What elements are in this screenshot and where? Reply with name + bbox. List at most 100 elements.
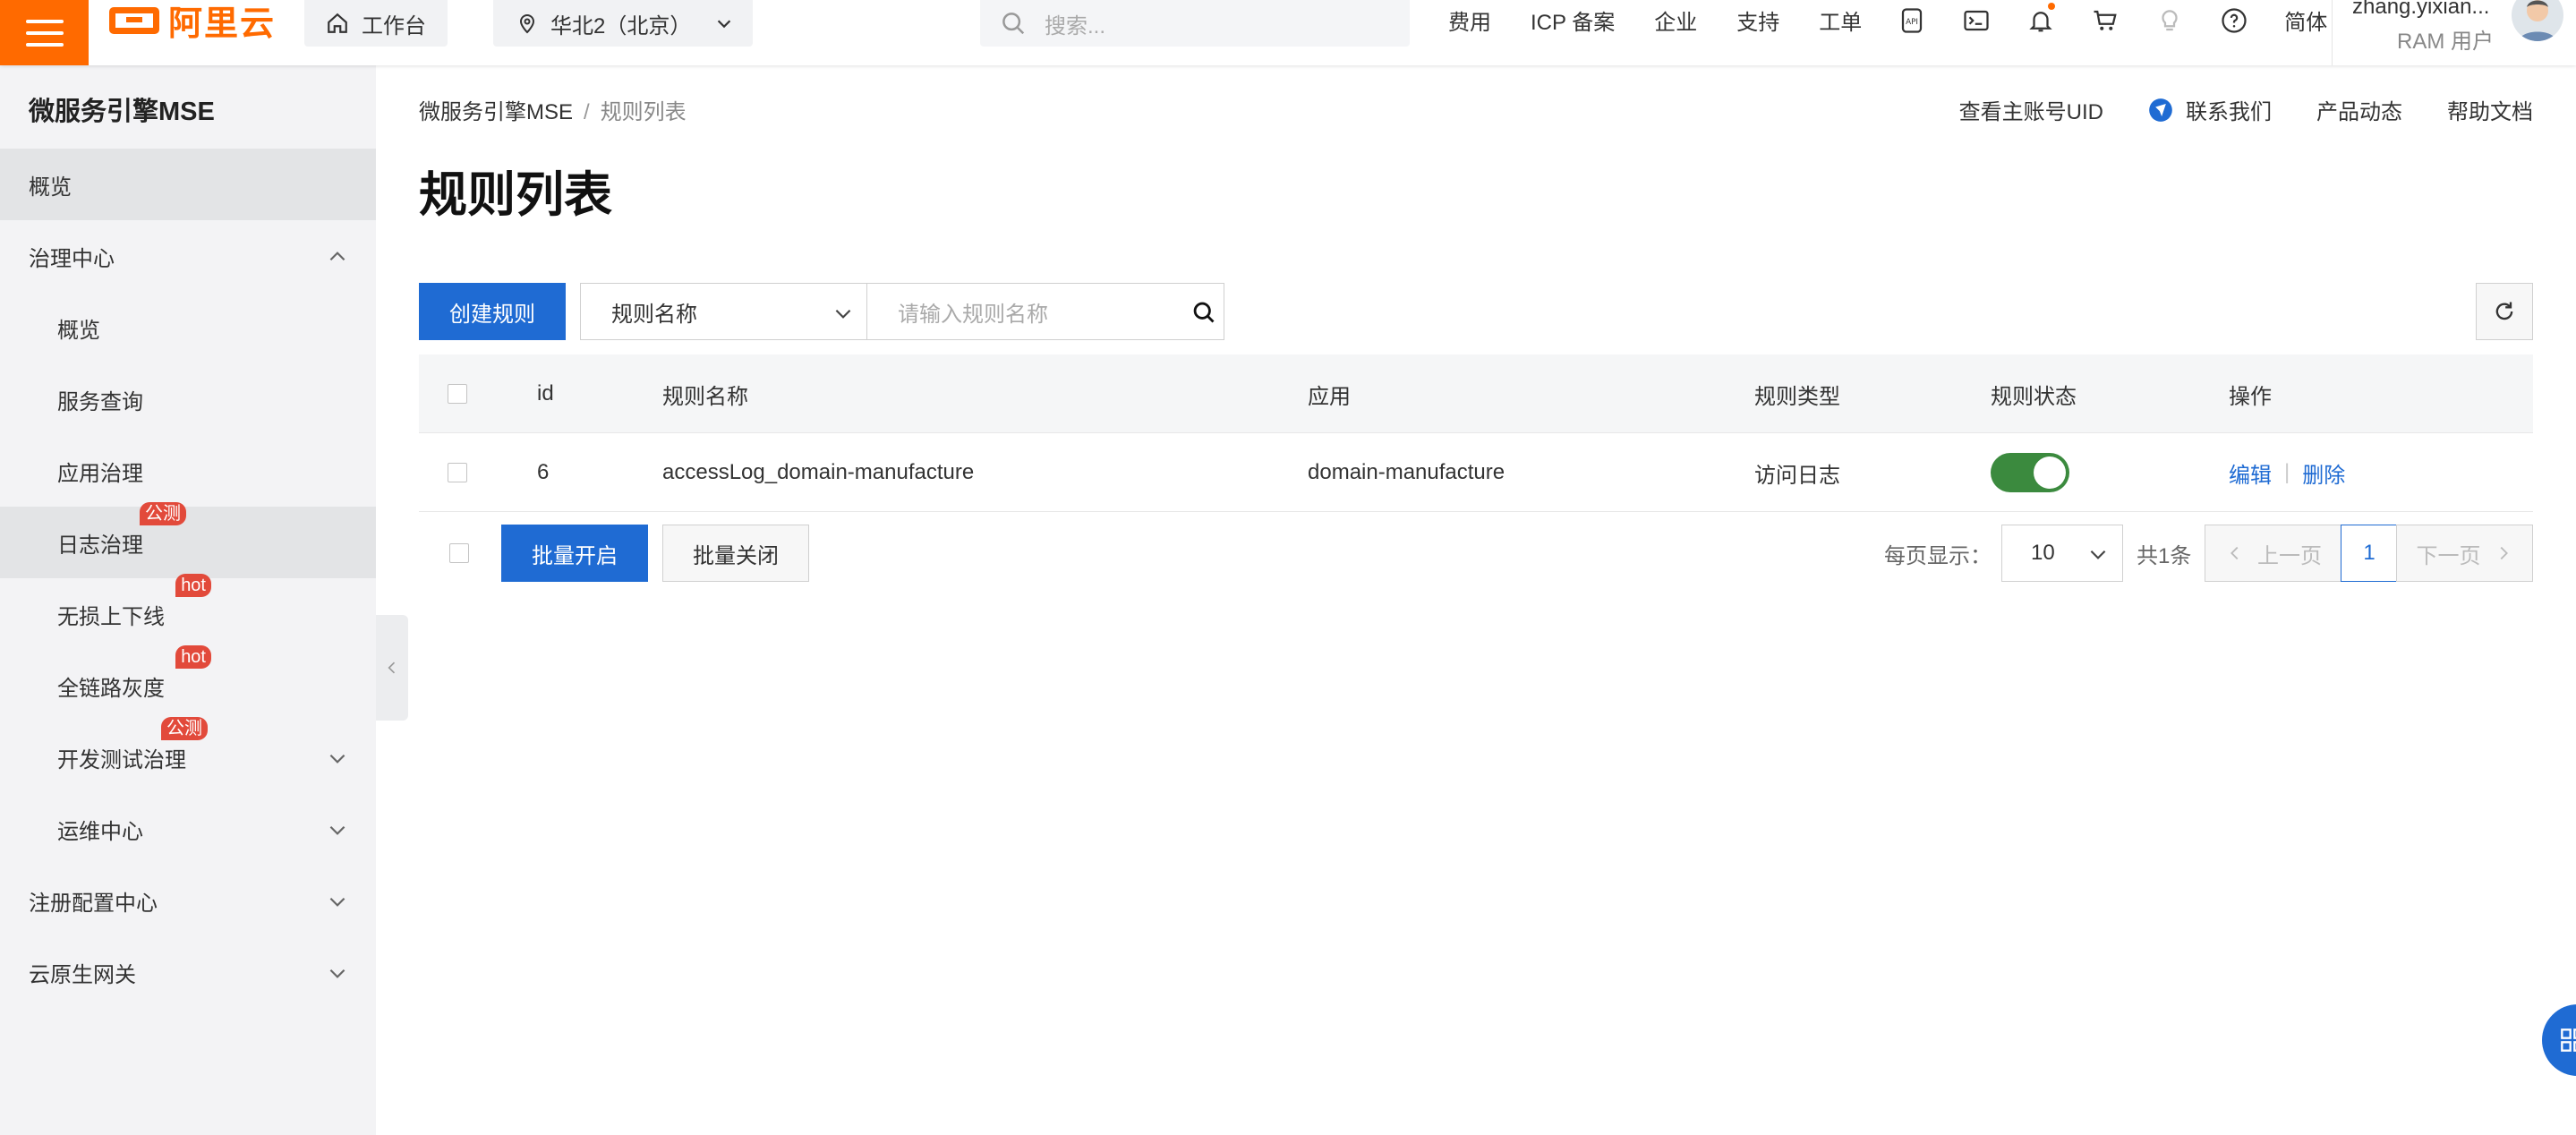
region-selector[interactable]: 华北2（北京）	[493, 0, 753, 47]
top-bar: 阿里云 工作台 华北2（北京） 搜索... 费用 ICP 备案 企业 支持 工单…	[0, 0, 2576, 65]
bell-icon[interactable]	[2026, 2, 2056, 35]
sidebar-item-label: 服务查询	[57, 389, 143, 414]
sidebar-collapse-handle[interactable]	[376, 615, 408, 721]
footer-select-checkbox[interactable]	[449, 543, 469, 563]
avatar[interactable]	[2512, 0, 2563, 41]
chevron-down-icon	[329, 969, 345, 978]
rule-name-search-placeholder: 请输入规则名称	[898, 302, 1048, 327]
sidebar-item-label: 开发测试治理 公测	[57, 716, 208, 773]
page-size-select[interactable]: 10	[2001, 525, 2123, 582]
sidebar-item-service-query[interactable]: 服务查询	[0, 363, 376, 435]
language-switch[interactable]: 简体	[2284, 4, 2327, 36]
sidebar-item-app-governance[interactable]: 应用治理	[0, 435, 376, 507]
sidebar-item-label: 概览	[29, 175, 72, 200]
user-menu[interactable]: zhang.yixian... RAM 用户	[2332, 0, 2576, 65]
select-all-checkbox[interactable]	[448, 384, 467, 404]
top-nav: 费用 ICP 备案 企业 支持 工单 API 简体	[1448, 0, 2327, 40]
chevron-down-icon	[329, 897, 345, 907]
row-checkbox[interactable]	[448, 463, 467, 482]
sidebar-title: 微服务引擎MSE	[29, 98, 215, 126]
chevron-down-icon	[835, 309, 851, 319]
delete-link[interactable]: 删除	[2302, 457, 2345, 489]
sidebar-item-governance-overview[interactable]: 概览	[0, 292, 376, 363]
workbench-label: 工作台	[362, 13, 426, 38]
bulk-enable-button[interactable]: 批量开启	[501, 525, 648, 582]
create-rule-button[interactable]: 创建规则	[419, 283, 566, 340]
sidebar-item-label: 全链路灰度 hot	[57, 644, 211, 702]
sidebar-item-label: 注册配置中心	[29, 891, 158, 916]
lightbulb-icon[interactable]	[2155, 6, 2184, 35]
global-search-input[interactable]: 搜索...	[980, 0, 1410, 47]
nav-support[interactable]: 支持	[1736, 4, 1779, 36]
breadcrumb: 微服务引擎MSE / 规则列表	[419, 94, 687, 125]
table-row: 6 accessLog_domain-manufacture domain-ma…	[419, 433, 2533, 512]
sidebar-item-label: 治理中心	[29, 246, 115, 271]
chevron-left-icon	[2231, 546, 2239, 560]
floating-action-button[interactable]	[2542, 1004, 2576, 1076]
hot-badge: hot	[175, 644, 211, 669]
nav-fees[interactable]: 费用	[1448, 4, 1491, 36]
beta-badge: 公测	[161, 716, 208, 740]
sidebar-item-ops-center[interactable]: 运维中心	[0, 793, 376, 865]
contact-us-link[interactable]: 联系我们	[2148, 94, 2272, 125]
sidebar-item-cloud-native-gateway[interactable]: 云原生网关	[0, 936, 376, 1008]
breadcrumb-root[interactable]: 微服务引擎MSE	[419, 100, 573, 124]
sidebar-item-lossless-online-offline[interactable]: 无损上下线 hot	[0, 573, 376, 650]
footer-checkbox-cell	[449, 525, 469, 582]
aliyun-logo[interactable]: 阿里云	[109, 0, 276, 43]
refresh-button[interactable]	[2476, 283, 2533, 340]
sidebar-item-label: 无损上下线 hot	[57, 573, 211, 630]
prev-page-button[interactable]: 上一页	[2205, 525, 2342, 582]
next-page-label: 下一页	[2416, 543, 2481, 568]
svg-text:API: API	[1906, 17, 1918, 26]
workbench-button[interactable]: 工作台	[304, 0, 448, 47]
help-docs-link[interactable]: 帮助文档	[2447, 94, 2533, 125]
rule-actions: 编辑 | 删除	[2229, 433, 2345, 512]
sidebar-item-dev-test-governance[interactable]: 开发测试治理 公测	[0, 716, 376, 793]
nav-enterprise[interactable]: 企业	[1654, 4, 1697, 36]
column-header-rule-name: 规则名称	[662, 384, 748, 409]
terminal-icon[interactable]	[1962, 6, 1991, 35]
row-checkbox-cell	[448, 433, 467, 512]
sidebar-item-registry-config-center[interactable]: 注册配置中心	[0, 865, 376, 936]
api-icon[interactable]: API	[1898, 6, 1926, 35]
next-page-button[interactable]: 下一页	[2396, 525, 2533, 582]
sidebar-item-governance-center[interactable]: 治理中心	[0, 220, 376, 292]
search-icon[interactable]	[1191, 300, 1216, 325]
select-all-checkbox-cell	[448, 354, 467, 433]
home-icon	[328, 13, 347, 33]
cart-icon[interactable]	[2091, 6, 2120, 35]
chevron-down-icon	[329, 754, 345, 764]
page-size-value: 10	[2031, 541, 2055, 565]
column-header-id: id	[537, 381, 554, 405]
rule-name-search-input[interactable]: 请输入规则名称	[866, 283, 1224, 340]
nav-icp[interactable]: ICP 备案	[1531, 4, 1615, 36]
nav-ticket[interactable]: 工单	[1819, 4, 1862, 36]
table-header: id 规则名称 应用 规则类型 规则状态 操作	[419, 354, 2533, 433]
user-name: zhang.yixian...	[2352, 0, 2490, 19]
sidebar: 微服务引擎MSE 概览 治理中心 概览 服务查询 应用治理 日志治理 公测 无损上…	[0, 65, 376, 1135]
product-news-link[interactable]: 产品动态	[2316, 94, 2402, 125]
rule-status-toggle[interactable]	[1991, 453, 2069, 492]
sidebar-item-overview[interactable]: 概览	[0, 149, 376, 220]
sidebar-item-full-link-gray[interactable]: 全链路灰度 hot	[0, 644, 376, 721]
edit-link[interactable]: 编辑	[2229, 457, 2272, 489]
hot-badge: hot	[175, 573, 211, 597]
rule-app: domain-manufacture	[1308, 460, 1506, 484]
sidebar-item-log-governance[interactable]: 日志治理 公测	[0, 501, 376, 578]
menu-icon[interactable]	[0, 0, 89, 65]
sidebar-item-label: 应用治理	[57, 461, 143, 486]
help-icon[interactable]	[2220, 6, 2248, 35]
bulk-disable-button[interactable]: 批量关闭	[662, 525, 809, 582]
column-header-rule-status: 规则状态	[1991, 384, 2077, 409]
header-links: 查看主账号UID 联系我们 产品动态 帮助文档	[1959, 94, 2533, 125]
filter-field-value: 规则名称	[611, 302, 697, 327]
region-label: 华北2（北京）	[550, 13, 692, 38]
filter-field-select[interactable]: 规则名称	[580, 283, 868, 340]
sidebar-item-label: 运维中心	[57, 819, 143, 844]
page-number-1[interactable]: 1	[2341, 525, 2398, 582]
chevron-left-icon	[388, 661, 396, 674]
view-uid-link[interactable]: 查看主账号UID	[1959, 94, 2103, 125]
rule-type: 访问日志	[1754, 463, 1840, 488]
rule-name: accessLog_domain-manufacture	[662, 460, 975, 484]
